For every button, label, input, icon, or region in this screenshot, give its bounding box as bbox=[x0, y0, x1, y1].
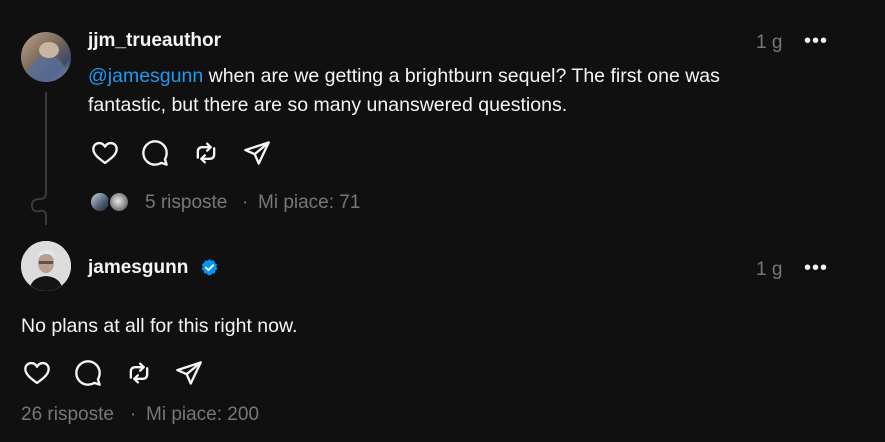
post-time[interactable]: 1 g bbox=[756, 259, 782, 281]
reply-avatar-2 bbox=[108, 191, 130, 213]
username[interactable]: jamesgunn bbox=[88, 257, 188, 279]
avatar[interactable] bbox=[21, 32, 71, 82]
replies-count[interactable]: 5 risposte bbox=[145, 192, 227, 214]
replies-count[interactable]: 26 risposte bbox=[21, 404, 114, 426]
send-icon[interactable] bbox=[175, 359, 203, 387]
likes-count[interactable]: Mi piace: 71 bbox=[258, 192, 360, 214]
avatar[interactable] bbox=[21, 241, 71, 291]
post-text: No plans at all for this right now. bbox=[21, 315, 298, 337]
meta-separator: · bbox=[130, 404, 137, 425]
repost-icon[interactable] bbox=[192, 139, 220, 167]
post-text-line1: when are we getting a brightburn sequel?… bbox=[203, 65, 720, 87]
more-icon[interactable]: ••• bbox=[804, 257, 828, 280]
post-text: @jamesgunn when are we getting a brightb… bbox=[88, 62, 868, 120]
repost-icon[interactable] bbox=[125, 359, 153, 387]
thread-curl-icon bbox=[26, 183, 66, 225]
more-icon[interactable]: ••• bbox=[804, 30, 828, 53]
mention-link[interactable]: @jamesgunn bbox=[88, 65, 203, 87]
heart-icon[interactable] bbox=[22, 359, 52, 387]
comment-icon[interactable] bbox=[141, 139, 169, 167]
likes-count[interactable]: Mi piace: 200 bbox=[146, 404, 259, 426]
send-icon[interactable] bbox=[243, 139, 271, 167]
post-text-line2: fantastic, but there are so many unanswe… bbox=[88, 94, 568, 116]
comment-icon[interactable] bbox=[74, 359, 102, 387]
thread-line bbox=[45, 92, 47, 186]
heart-icon[interactable] bbox=[90, 139, 120, 167]
meta-separator: · bbox=[242, 192, 249, 213]
post-time[interactable]: 1 g bbox=[756, 32, 782, 54]
verified-badge-icon bbox=[200, 258, 219, 277]
username[interactable]: jjm_trueauthor bbox=[88, 30, 221, 52]
